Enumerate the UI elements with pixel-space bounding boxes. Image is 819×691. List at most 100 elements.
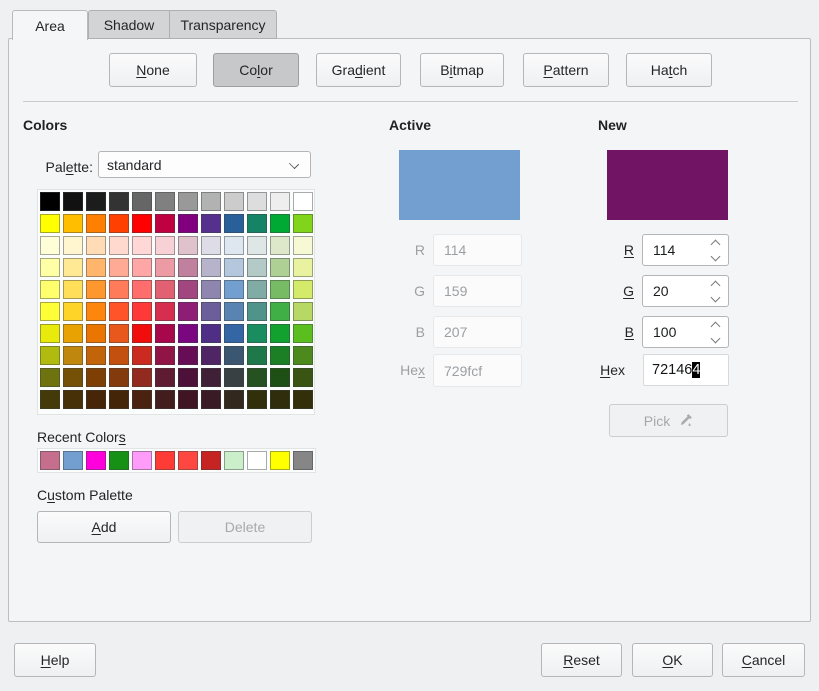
palette-swatch[interactable] [270,390,290,409]
palette-swatch[interactable] [40,324,60,343]
tab-shadow[interactable]: Shadow [88,10,169,39]
palette-swatch[interactable] [86,192,106,211]
palette-swatch[interactable] [270,302,290,321]
palette-swatch[interactable] [109,390,129,409]
palette-swatch[interactable] [155,214,175,233]
palette-swatch[interactable] [247,192,267,211]
palette-swatch[interactable] [270,192,290,211]
recent-color-swatch[interactable] [201,451,221,470]
new-b-spinner[interactable]: 100 [642,316,729,348]
palette-swatch[interactable] [40,368,60,387]
palette-swatch[interactable] [178,346,198,365]
palette-swatch[interactable] [201,302,221,321]
palette-swatch[interactable] [155,390,175,409]
palette-swatch[interactable] [201,346,221,365]
palette-swatch[interactable] [155,324,175,343]
palette-swatch[interactable] [63,368,83,387]
palette-swatch[interactable] [224,324,244,343]
new-r-spinner[interactable]: 114 [642,234,729,266]
palette-swatch[interactable] [86,258,106,277]
recent-color-swatch[interactable] [224,451,244,470]
recent-color-swatch[interactable] [178,451,198,470]
palette-swatch[interactable] [293,280,313,299]
palette-swatch[interactable] [132,236,152,255]
palette-swatch[interactable] [270,324,290,343]
palette-swatch[interactable] [63,258,83,277]
palette-swatch[interactable] [132,346,152,365]
palette-swatch[interactable] [63,324,83,343]
palette-swatch[interactable] [224,280,244,299]
palette-swatch[interactable] [201,368,221,387]
palette-swatch[interactable] [247,302,267,321]
palette-swatch[interactable] [247,236,267,255]
palette-swatch[interactable] [132,390,152,409]
palette-swatch[interactable] [132,192,152,211]
palette-swatch[interactable] [224,368,244,387]
palette-swatch[interactable] [178,258,198,277]
palette-swatch[interactable] [40,280,60,299]
palette-swatch[interactable] [178,324,198,343]
palette-swatch[interactable] [293,258,313,277]
palette-swatch[interactable] [224,258,244,277]
palette-swatch[interactable] [132,280,152,299]
palette-swatch[interactable] [270,258,290,277]
palette-swatch[interactable] [40,302,60,321]
palette-swatch[interactable] [293,368,313,387]
palette-swatch[interactable] [224,346,244,365]
palette-swatch[interactable] [109,214,129,233]
recent-color-swatch[interactable] [40,451,60,470]
palette-swatch[interactable] [293,346,313,365]
palette-swatch[interactable] [155,236,175,255]
palette-swatch[interactable] [201,390,221,409]
recent-color-swatch[interactable] [247,451,267,470]
palette-swatch[interactable] [109,258,129,277]
palette-swatch[interactable] [270,280,290,299]
none-button[interactable]: None [109,53,197,87]
palette-swatch[interactable] [201,258,221,277]
palette-swatch[interactable] [109,192,129,211]
palette-swatch[interactable] [293,390,313,409]
palette-swatch[interactable] [155,346,175,365]
ok-button[interactable]: OK [632,643,713,677]
palette-swatch[interactable] [132,214,152,233]
palette-swatch[interactable] [40,192,60,211]
palette-swatch[interactable] [178,280,198,299]
palette-swatch[interactable] [224,302,244,321]
palette-swatch[interactable] [224,390,244,409]
palette-swatch[interactable] [201,192,221,211]
palette-swatch[interactable] [109,236,129,255]
palette-swatch[interactable] [63,214,83,233]
palette-swatch[interactable] [109,368,129,387]
palette-swatch[interactable] [224,214,244,233]
palette-swatch[interactable] [178,390,198,409]
palette-swatch[interactable] [270,236,290,255]
palette-swatch[interactable] [201,324,221,343]
reset-button[interactable]: Reset [541,643,622,677]
new-hex-input[interactable]: 721464 [643,354,729,386]
delete-button[interactable]: Delete [178,511,312,543]
palette-swatch[interactable] [247,390,267,409]
recent-color-swatch[interactable] [109,451,129,470]
recent-color-swatch[interactable] [155,451,175,470]
palette-swatch[interactable] [86,346,106,365]
pick-button[interactable]: Pick [609,404,728,437]
palette-swatch[interactable] [86,280,106,299]
palette-swatch[interactable] [109,280,129,299]
palette-swatch[interactable] [132,324,152,343]
palette-swatch[interactable] [178,214,198,233]
palette-swatch[interactable] [247,346,267,365]
palette-swatch[interactable] [293,192,313,211]
recent-color-swatch[interactable] [63,451,83,470]
recent-color-swatch[interactable] [270,451,290,470]
palette-swatch[interactable] [63,192,83,211]
palette-swatch[interactable] [247,280,267,299]
color-button[interactable]: Color [213,53,299,87]
palette-swatch[interactable] [109,324,129,343]
tab-area[interactable]: Area [12,10,88,40]
palette-swatch[interactable] [247,214,267,233]
recent-color-swatch[interactable] [293,451,313,470]
palette-swatch[interactable] [293,214,313,233]
palette-swatch[interactable] [178,192,198,211]
palette-swatch[interactable] [224,236,244,255]
new-g-spinner[interactable]: 20 [642,275,729,307]
